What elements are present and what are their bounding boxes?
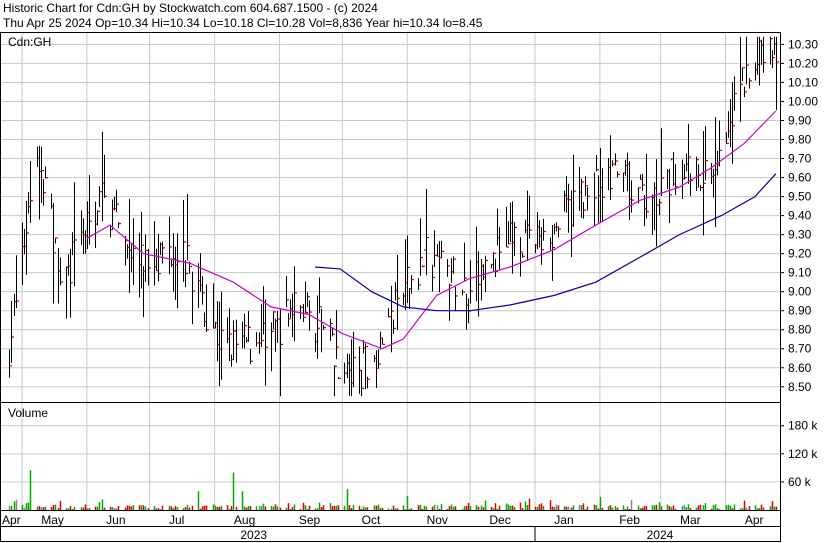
month-label: Jul [169, 513, 184, 527]
month-label: Apr [2, 513, 21, 527]
price-tick-label: 9.30 [788, 228, 812, 242]
month-label: Oct [362, 513, 381, 527]
chart-title-line2: Thu Apr 25 2024 Op=10.34 Hi=10.34 Lo=10.… [3, 16, 483, 30]
month-label: Jan [554, 513, 573, 527]
price-tick-label: 9.70 [788, 152, 812, 166]
price-tick-label: 9.40 [788, 209, 812, 223]
volume-tick-label: 180 k [788, 419, 818, 433]
month-label: Mar [680, 513, 701, 527]
price-tick-label: 10.00 [788, 94, 818, 108]
month-label: Nov [427, 513, 448, 527]
price-tick-label: 8.70 [788, 342, 812, 356]
price-tick-label: 9.50 [788, 190, 812, 204]
price-tick-label: 8.90 [788, 304, 812, 318]
price-tick-label: 9.80 [788, 133, 812, 147]
price-tick-label: 9.60 [788, 171, 812, 185]
year-label: 2023 [240, 528, 267, 542]
month-label: Apr [745, 513, 764, 527]
month-label: May [41, 513, 64, 527]
volume-label: Volume [8, 406, 48, 420]
volume-tick-label: 60 k [788, 475, 812, 489]
price-tick-label: 9.20 [788, 247, 812, 261]
price-tick-label: 10.10 [788, 75, 818, 89]
month-label: Sep [299, 513, 321, 527]
year-label: 2024 [647, 528, 674, 542]
month-label: Jun [106, 513, 125, 527]
price-tick-label: 10.30 [788, 37, 818, 51]
month-label: Dec [489, 513, 510, 527]
price-tick-label: 8.60 [788, 361, 812, 375]
stock-chart: Historic Chart for Cdn:GH by Stockwatch.… [0, 0, 830, 543]
price-tick-label: 10.20 [788, 56, 818, 70]
price-tick-label: 8.80 [788, 323, 812, 337]
price-tick-label: 9.90 [788, 113, 812, 127]
price-tick-label: 9.10 [788, 266, 812, 280]
month-label: Aug [234, 513, 255, 527]
month-label: Feb [619, 513, 640, 527]
symbol-label: Cdn:GH [8, 35, 51, 49]
chart-title-line1: Historic Chart for Cdn:GH by Stockwatch.… [3, 1, 378, 15]
price-tick-label: 9.00 [788, 285, 812, 299]
price-tick-label: 8.50 [788, 380, 812, 394]
volume-tick-label: 120 k [788, 447, 818, 461]
